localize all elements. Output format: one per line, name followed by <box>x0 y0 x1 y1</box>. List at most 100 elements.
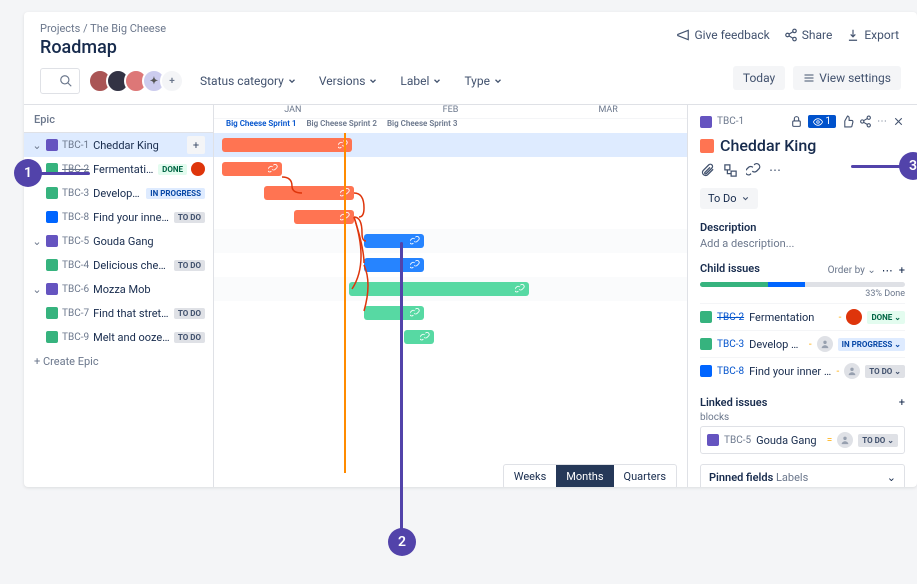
close-icon[interactable] <box>892 115 905 128</box>
epic-icon <box>700 116 712 128</box>
avatar-group[interactable]: ✦ + <box>94 69 184 93</box>
gantt-bar[interactable] <box>264 186 354 200</box>
watchers-button[interactable]: 1 <box>808 115 836 128</box>
issue-detail-panel: TBC-1 1 ⋯ Cheddar King ⋯ To Do Descripti… <box>687 105 917 487</box>
more-icon[interactable]: ⋯ <box>877 116 887 127</box>
linked-issue-row[interactable]: TBC-5 Gouda Gang = TO DO ⌄ <box>700 426 905 454</box>
today-button[interactable]: Today <box>733 66 785 90</box>
assignee-avatar[interactable] <box>846 309 862 325</box>
search-input[interactable] <box>40 68 80 94</box>
link-icon[interactable] <box>746 163 761 178</box>
gantt-bar[interactable] <box>364 234 424 248</box>
expand-icon[interactable]: ⌄ <box>32 283 42 296</box>
epic-row[interactable]: TBC-4Delicious cheeseTO DO <box>24 253 213 277</box>
issue-title[interactable]: Cheddar King <box>700 136 905 155</box>
epic-row[interactable]: TBC-3Develop flavorIN PROGRESS <box>24 181 213 205</box>
month-label: FEB <box>372 105 530 118</box>
assignee-avatar[interactable] <box>837 432 853 448</box>
expand-icon[interactable]: ⌄ <box>32 235 42 248</box>
epic-row[interactable]: TBC-2FermentationDONE <box>24 157 213 181</box>
epic-row[interactable]: TBC-9Melt and ooze, babyTO DO <box>24 325 213 349</box>
breadcrumb-projects[interactable]: Projects <box>40 22 80 35</box>
status-pill[interactable]: DONE ⌄ <box>867 311 905 324</box>
status-pill[interactable]: TO DO ⌄ <box>858 434 898 447</box>
lock-icon[interactable] <box>790 115 803 128</box>
breadcrumb-project[interactable]: The Big Cheese <box>90 22 166 35</box>
timerange-weeks[interactable]: Weeks <box>504 465 557 487</box>
status-category-filter[interactable]: Status category <box>194 70 303 92</box>
create-epic-button[interactable]: + Create Epic <box>24 349 213 374</box>
add-issue-button[interactable]: + <box>187 136 205 154</box>
issue-type-icon <box>46 259 58 271</box>
gantt-bar[interactable] <box>222 162 282 176</box>
expand-icon[interactable]: ⌄ <box>32 139 42 152</box>
sprint-label[interactable]: Big Cheese Sprint 2 <box>302 119 380 133</box>
issue-key[interactable]: TBC-1 <box>717 116 744 127</box>
epic-row[interactable]: ⌄TBC-1Cheddar King+ <box>24 133 213 157</box>
add-child-icon[interactable] <box>723 163 738 178</box>
child-issue-row[interactable]: TBC-8Find your inner cheese-TO DO ⌄ <box>700 357 905 384</box>
add-people-button[interactable]: + <box>160 69 184 93</box>
share-button[interactable]: Share <box>784 28 833 42</box>
thumbs-up-icon[interactable] <box>841 115 854 128</box>
eye-icon <box>813 117 823 127</box>
export-button[interactable]: Export <box>846 28 899 42</box>
epic-row[interactable]: ⌄TBC-5Gouda Gang <box>24 229 213 253</box>
timerange-months[interactable]: Months <box>556 465 613 487</box>
progress-label: 33% Done <box>700 289 905 299</box>
assignee-avatar[interactable] <box>817 336 833 352</box>
issue-type-icon <box>46 331 58 343</box>
status-pill[interactable]: IN PROGRESS ⌄ <box>838 338 905 351</box>
gantt-bar[interactable] <box>349 282 529 296</box>
issue-name: Find your inner che... <box>93 211 170 224</box>
attachment-icon[interactable] <box>700 163 715 178</box>
sprint-label[interactable]: Big Cheese Sprint 3 <box>383 119 461 133</box>
gantt-bar[interactable] <box>404 330 434 344</box>
order-by-dropdown[interactable]: Order by ⌄ <box>828 265 876 276</box>
issue-type-icon <box>46 283 58 295</box>
pinned-fields-toggle[interactable]: Pinned fields Labels⌄ <box>700 464 905 487</box>
issue-name: Gouda Gang <box>93 235 205 248</box>
epic-row[interactable]: TBC-8Find your inner che...TO DO <box>24 205 213 229</box>
gantt-bar[interactable] <box>364 306 424 320</box>
megaphone-icon <box>676 28 690 42</box>
view-settings-button[interactable]: View settings <box>793 66 901 90</box>
epic-row[interactable]: ⌄TBC-6Mozza Mob <box>24 277 213 301</box>
add-linked-button[interactable]: + <box>899 396 905 409</box>
issue-key[interactable]: TBC-2 <box>717 312 744 323</box>
issue-name: Develop flavor <box>749 338 804 351</box>
versions-filter[interactable]: Versions <box>313 70 385 92</box>
share-icon <box>784 28 798 42</box>
priority-icon: = <box>827 435 833 446</box>
issue-type-icon <box>700 365 712 377</box>
child-issue-row[interactable]: TBC-2Fermentation-DONE ⌄ <box>700 303 905 330</box>
timeline[interactable]: JAN FEB MAR Big Cheese Sprint 1 Big Chee… <box>214 105 687 487</box>
status-pill[interactable]: TO DO ⌄ <box>865 365 905 378</box>
give-feedback-button[interactable]: Give feedback <box>676 28 769 42</box>
child-issue-row[interactable]: TBC-3 Develop flavor- IN PROGRESS ⌄ <box>700 330 905 357</box>
issue-key: TBC-3 <box>62 188 89 199</box>
gantt-bar[interactable] <box>222 138 352 152</box>
gantt-bar[interactable] <box>364 258 424 272</box>
epic-sidebar: Epic ⌄TBC-1Cheddar King+TBC-2Fermentatio… <box>24 105 214 487</box>
share-icon[interactable] <box>859 115 872 128</box>
type-filter[interactable]: Type <box>458 70 509 92</box>
priority-icon: - <box>836 366 839 377</box>
description-field[interactable]: Add a description... <box>700 237 905 250</box>
description-label: Description <box>700 221 905 234</box>
status-dropdown[interactable]: To Do <box>700 188 758 209</box>
issue-key[interactable]: TBC-3 <box>717 339 744 350</box>
assignee-avatar[interactable] <box>844 363 860 379</box>
add-child-button[interactable]: + <box>899 264 905 277</box>
more-icon[interactable]: ⋯ <box>882 264 893 277</box>
month-label: JAN <box>214 105 372 118</box>
timerange-quarters[interactable]: Quarters <box>614 465 676 487</box>
assignee-avatar[interactable] <box>191 162 205 176</box>
priority-icon: - <box>809 339 812 350</box>
more-actions-icon[interactable]: ⋯ <box>769 163 781 178</box>
sprint-label[interactable]: Big Cheese Sprint 1 <box>222 119 300 133</box>
label-filter[interactable]: Label <box>394 70 448 92</box>
epic-row[interactable]: TBC-7Find that stretchTO DO <box>24 301 213 325</box>
issue-key[interactable]: TBC-8 <box>717 366 744 377</box>
issue-name: Develop flavor <box>93 187 142 200</box>
